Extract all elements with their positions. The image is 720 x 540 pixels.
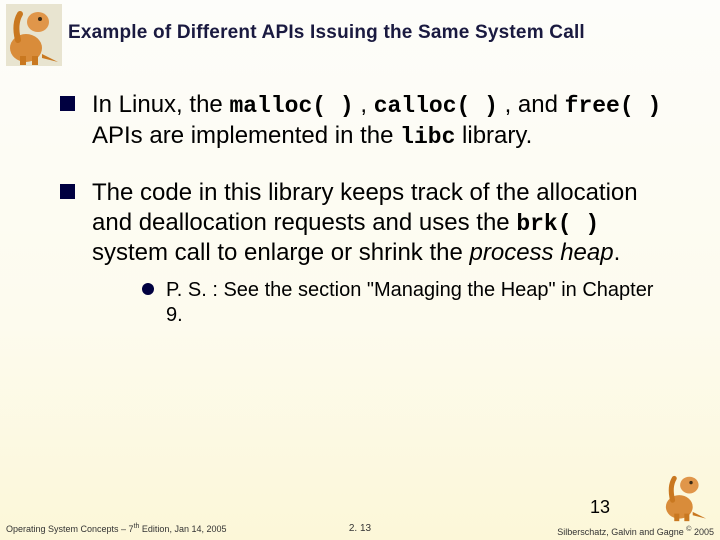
footer-text: 2005 (691, 527, 714, 537)
footer-left: Operating System Concepts – 7th Edition,… (6, 523, 227, 534)
footer-text: Operating System Concepts – 7 (6, 524, 134, 534)
code-text: malloc( ) (229, 93, 353, 119)
bullet-text: APIs are implemented in the (92, 122, 400, 149)
footer-center: 2. 13 (349, 523, 371, 534)
slide-body: In Linux, the malloc( ) , calloc( ) , an… (60, 90, 665, 354)
footer-text: Edition, Jan 14, 2005 (139, 524, 226, 534)
code-text: free( ) (565, 93, 662, 119)
footer-right: Silberschatz, Galvin and Gagne © 2005 (557, 526, 714, 537)
slide-footer: Operating System Concepts – 7th Edition,… (0, 508, 720, 540)
disc-bullet-icon (142, 283, 154, 295)
bullet-item: In Linux, the malloc( ) , calloc( ) , an… (60, 90, 665, 152)
square-bullet-icon (60, 96, 75, 111)
bullet-text: . (614, 239, 621, 266)
sub-bullet-text: P. S. : See the section "Managing the He… (166, 279, 653, 326)
bullet-text: library. (455, 122, 532, 149)
bullet-text: , (354, 91, 374, 118)
bullet-text: system call to enlarge or shrink the (92, 239, 470, 266)
dinosaur-mascot-icon (6, 4, 62, 66)
bullet-text: , and (498, 91, 565, 118)
slide-title: Example of Different APIs Issuing the Sa… (68, 22, 710, 44)
code-text: brk( ) (516, 211, 599, 237)
italic-text: process heap (470, 239, 614, 266)
footer-text: Silberschatz, Galvin and Gagne (557, 527, 686, 537)
code-text: libc (400, 124, 455, 150)
sub-bullet-item: P. S. : See the section "Managing the He… (142, 278, 665, 328)
bullet-item: The code in this library keeps track of … (60, 178, 665, 329)
square-bullet-icon (60, 184, 75, 199)
code-text: calloc( ) (374, 93, 498, 119)
bullet-text: In Linux, the (92, 91, 229, 118)
